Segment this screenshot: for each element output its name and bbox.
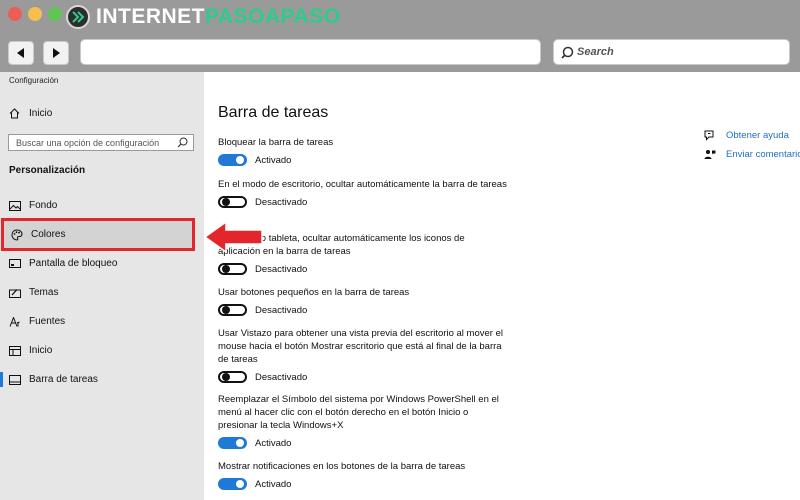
feedback-icon bbox=[704, 149, 716, 160]
sidebar-item-label: Temas bbox=[29, 287, 59, 298]
toggle-state-label: Desactivado bbox=[255, 263, 308, 275]
toggle-switch[interactable] bbox=[218, 478, 247, 490]
toggle-switch[interactable] bbox=[218, 263, 247, 275]
settings-search-placeholder: Buscar una opción de configuración bbox=[16, 137, 160, 148]
picture-icon bbox=[9, 200, 21, 212]
sidebar-item-fuentes[interactable]: Fuentes bbox=[0, 307, 204, 336]
sidebar-item-label: Barra de tareas bbox=[29, 374, 98, 385]
back-button[interactable] bbox=[8, 41, 34, 65]
send-feedback-label: Enviar comentarios bbox=[726, 149, 800, 160]
font-icon bbox=[9, 316, 21, 328]
setting-powershell: Reemplazar el Símbolo del sistema por Wi… bbox=[218, 393, 508, 449]
send-feedback-link[interactable]: Enviar comentarios bbox=[704, 149, 800, 160]
sidebar-item-label: Inicio bbox=[29, 345, 53, 356]
sidebar-item-fondo[interactable]: Fondo bbox=[0, 191, 204, 220]
address-bar[interactable] bbox=[80, 39, 541, 65]
toggle-state-label: Activado bbox=[255, 478, 292, 490]
back-arrow-icon bbox=[17, 48, 24, 58]
close-window-button[interactable] bbox=[8, 7, 22, 21]
sidebar-item-pantalla-de-bloqueo[interactable]: Pantalla de bloqueo bbox=[0, 249, 204, 278]
brush-icon bbox=[9, 287, 21, 299]
toggle-state-label: Desactivado bbox=[255, 304, 308, 316]
sidebar-item-label: Pantalla de bloqueo bbox=[29, 258, 118, 269]
brand-emblem-icon bbox=[66, 5, 90, 29]
palette-icon bbox=[11, 228, 23, 241]
toggle-switch[interactable] bbox=[218, 371, 247, 383]
setting-peek-preview: Usar Vistazo para obtener una vista prev… bbox=[218, 327, 508, 383]
sidebar-item-colores[interactable]: Colores bbox=[1, 218, 195, 251]
browser-chrome: INTERNET PASOAPASO Search bbox=[0, 0, 800, 72]
settings-sidebar: Configuración Inicio Buscar una opción d… bbox=[0, 72, 204, 500]
toggle-switch[interactable] bbox=[218, 154, 247, 166]
maximize-window-button[interactable] bbox=[48, 7, 62, 21]
taskbar-icon bbox=[9, 374, 21, 386]
window-title: Configuración bbox=[9, 76, 59, 85]
setting-autohide-desktop: En el modo de escritorio, ocultar automá… bbox=[218, 178, 508, 208]
toggle-switch[interactable] bbox=[218, 304, 247, 316]
brand-text-part1: INTERNET bbox=[96, 5, 205, 28]
setting-label: Bloquear la barra de tareas bbox=[218, 137, 334, 148]
forward-arrow-icon bbox=[53, 48, 60, 58]
setting-label: Reemplazar el Símbolo del sistema por Wi… bbox=[218, 394, 499, 431]
toggle-state-label: Activado bbox=[255, 154, 292, 166]
forward-button[interactable] bbox=[43, 41, 69, 65]
get-help-label: Obtener ayuda bbox=[726, 130, 789, 141]
search-icon bbox=[561, 46, 574, 59]
page-title: Barra de tareas bbox=[218, 104, 329, 121]
settings-main-panel: Barra de tareas Bloquear la barra de tar… bbox=[204, 72, 800, 500]
sidebar-item-label: Fondo bbox=[29, 200, 58, 211]
sidebar-item-inicio[interactable]: Inicio bbox=[0, 336, 204, 365]
lock-screen-icon bbox=[9, 258, 21, 270]
sidebar-item-label: Colores bbox=[31, 229, 66, 240]
brand-text-part2: PASOAPASO bbox=[205, 5, 341, 28]
toggle-switch[interactable] bbox=[218, 437, 247, 449]
sidebar-home-link[interactable]: Inicio bbox=[8, 108, 52, 119]
setting-small-buttons: Usar botones pequeños en la barra de tar… bbox=[218, 286, 508, 316]
browser-search-bar[interactable]: Search bbox=[553, 39, 790, 65]
setting-label: En el modo de escritorio, ocultar automá… bbox=[218, 179, 507, 190]
sidebar-item-label: Fuentes bbox=[29, 316, 66, 327]
sidebar-section-title: Personalización bbox=[9, 165, 86, 176]
search-icon bbox=[177, 137, 188, 148]
annotation-arrow-icon bbox=[204, 220, 263, 254]
toggle-state-label: Desactivado bbox=[255, 196, 308, 208]
settings-search-input[interactable]: Buscar una opción de configuración bbox=[8, 134, 194, 151]
search-placeholder: Search bbox=[577, 46, 614, 58]
minimize-window-button[interactable] bbox=[28, 7, 42, 21]
setting-badges: Mostrar notificaciones en los botones de… bbox=[218, 460, 508, 490]
toggle-switch[interactable] bbox=[218, 196, 247, 208]
setting-lock-taskbar: Bloquear la barra de tareas Activado bbox=[218, 136, 508, 166]
toggle-state-label: Desactivado bbox=[255, 371, 308, 383]
home-icon bbox=[8, 108, 20, 119]
brand-logo: INTERNET PASOAPASO bbox=[66, 3, 341, 31]
get-help-link[interactable]: Obtener ayuda bbox=[704, 130, 789, 141]
setting-label: Usar Vistazo para obtener una vista prev… bbox=[218, 328, 503, 365]
sidebar-item-barra-de-tareas[interactable]: Barra de tareas bbox=[0, 365, 204, 394]
sidebar-item-temas[interactable]: Temas bbox=[0, 278, 204, 307]
sidebar-home-label: Inicio bbox=[29, 108, 53, 119]
start-icon bbox=[9, 345, 21, 357]
toggle-state-label: Activado bbox=[255, 437, 292, 449]
setting-label: Mostrar notificaciones en los botones de… bbox=[218, 461, 466, 472]
help-chat-icon bbox=[704, 130, 716, 141]
setting-label: Usar botones pequeños en la barra de tar… bbox=[218, 287, 410, 298]
